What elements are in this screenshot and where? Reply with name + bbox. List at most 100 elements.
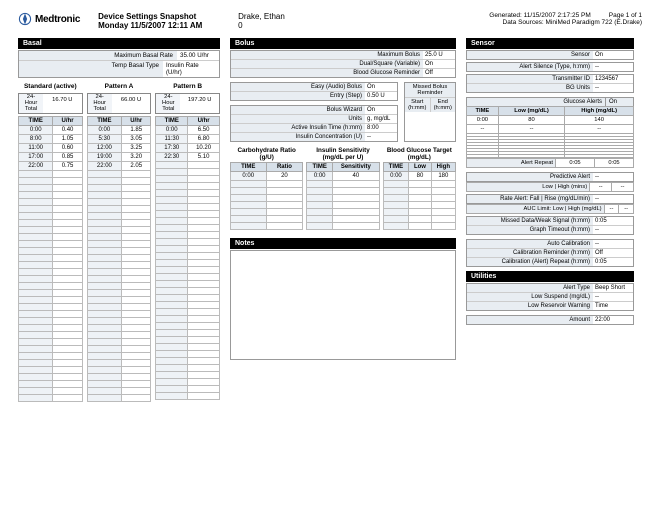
- table-cell: 5:30: [87, 135, 121, 144]
- table-cell: [122, 199, 151, 206]
- table-cell: 17:30: [156, 144, 188, 153]
- table-cell: [333, 202, 380, 209]
- max-basal-label: Maximum Basal Rate: [19, 51, 177, 60]
- table-cell: [122, 374, 151, 381]
- table-cell: 0:00: [87, 126, 121, 135]
- table-cell: [122, 213, 151, 220]
- table-cell: [188, 302, 220, 309]
- table-cell: 22:30: [156, 153, 188, 162]
- basal-section: Basal Maximum Basal Rate35.00 U/hr Temp …: [18, 38, 220, 402]
- table-cell: [156, 372, 188, 379]
- table-cell: [188, 176, 220, 183]
- table-cell: [266, 223, 303, 230]
- table-cell: [188, 337, 220, 344]
- table-cell: 40: [333, 172, 380, 181]
- table-cell: [156, 176, 188, 183]
- temp-basal-value: Insulin Rate (U/hr): [163, 61, 219, 77]
- table-cell: 0.40: [53, 126, 82, 135]
- table-cell: [122, 262, 151, 269]
- table-cell: [19, 374, 53, 381]
- table-cell: 2.05: [122, 162, 151, 171]
- table-cell: [122, 227, 151, 234]
- table-cell: [156, 197, 188, 204]
- table-cell: [87, 199, 121, 206]
- table-cell: [409, 223, 431, 230]
- table-cell: [156, 330, 188, 337]
- table-cell: [383, 216, 409, 223]
- table-cell: [188, 288, 220, 295]
- table-cell: [383, 209, 409, 216]
- table-cell: [122, 276, 151, 283]
- table-cell: [87, 178, 121, 185]
- brand-logo: Medtronic: [18, 12, 80, 26]
- table-cell: [19, 206, 53, 213]
- table-cell: [156, 169, 188, 176]
- bolus-section: Bolus Maximum Bolus25.0 U Dual/Square (V…: [230, 38, 456, 402]
- table-cell: [53, 234, 82, 241]
- table-cell: 3.20: [122, 153, 151, 162]
- table-cell: [19, 304, 53, 311]
- table-cell: [409, 202, 431, 209]
- table-cell: [122, 297, 151, 304]
- table-cell: [122, 185, 151, 192]
- table-cell: [122, 339, 151, 346]
- table-cell: [53, 227, 82, 234]
- table-cell: [87, 290, 121, 297]
- table-cell: [87, 262, 121, 269]
- table-cell: [19, 255, 53, 262]
- table-cell: [87, 318, 121, 325]
- table-cell: [156, 358, 188, 365]
- table-cell: 22:00: [87, 162, 121, 171]
- table-cell: [87, 276, 121, 283]
- table-cell: [409, 195, 431, 202]
- table-cell: [266, 195, 303, 202]
- table-cell: [231, 202, 267, 209]
- table-cell: [122, 318, 151, 325]
- table-cell: [156, 351, 188, 358]
- table-cell: [87, 381, 121, 388]
- table-cell: [87, 339, 121, 346]
- table-cell: [188, 218, 220, 225]
- table-cell: 0.75: [53, 162, 82, 171]
- table-cell: [188, 211, 220, 218]
- table-cell: [383, 181, 409, 188]
- table-cell: [87, 311, 121, 318]
- table-cell: [87, 374, 121, 381]
- table-cell: [87, 206, 121, 213]
- table-cell: [188, 330, 220, 337]
- table-cell: [87, 297, 121, 304]
- sources-label: Data Sources:: [503, 19, 544, 26]
- table-cell: [188, 379, 220, 386]
- table-cell: [122, 304, 151, 311]
- table-cell: [156, 281, 188, 288]
- bg-target: Blood Glucose Target (mg/dL) TIMELowHigh…: [383, 148, 456, 230]
- table-cell: [333, 195, 380, 202]
- table-cell: [122, 206, 151, 213]
- table-cell: [87, 353, 121, 360]
- table-cell: [333, 223, 380, 230]
- table-cell: [53, 346, 82, 353]
- table-cell: [87, 213, 121, 220]
- table-cell: [19, 241, 53, 248]
- table-cell: [156, 379, 188, 386]
- table-cell: [307, 209, 333, 216]
- table-cell: 11:30: [156, 135, 188, 144]
- table-cell: [53, 325, 82, 332]
- table-cell: [307, 216, 333, 223]
- table-cell: [383, 188, 409, 195]
- table-cell: 19:00: [87, 153, 121, 162]
- table-cell: [156, 218, 188, 225]
- table-cell: [53, 213, 82, 220]
- table-cell: [333, 181, 380, 188]
- table-cell: [87, 269, 121, 276]
- table-cell: [188, 260, 220, 267]
- sensor-section: Sensor SensorOn Alert Silence (Type, h:m…: [466, 38, 634, 402]
- table-cell: [188, 169, 220, 176]
- table-cell: [188, 225, 220, 232]
- table-cell: [87, 185, 121, 192]
- table-cell: --: [565, 125, 634, 134]
- patient-name: Drake, Ethan: [238, 12, 358, 21]
- table-cell: [156, 267, 188, 274]
- table-cell: 12:00: [87, 144, 121, 153]
- table-cell: [53, 304, 82, 311]
